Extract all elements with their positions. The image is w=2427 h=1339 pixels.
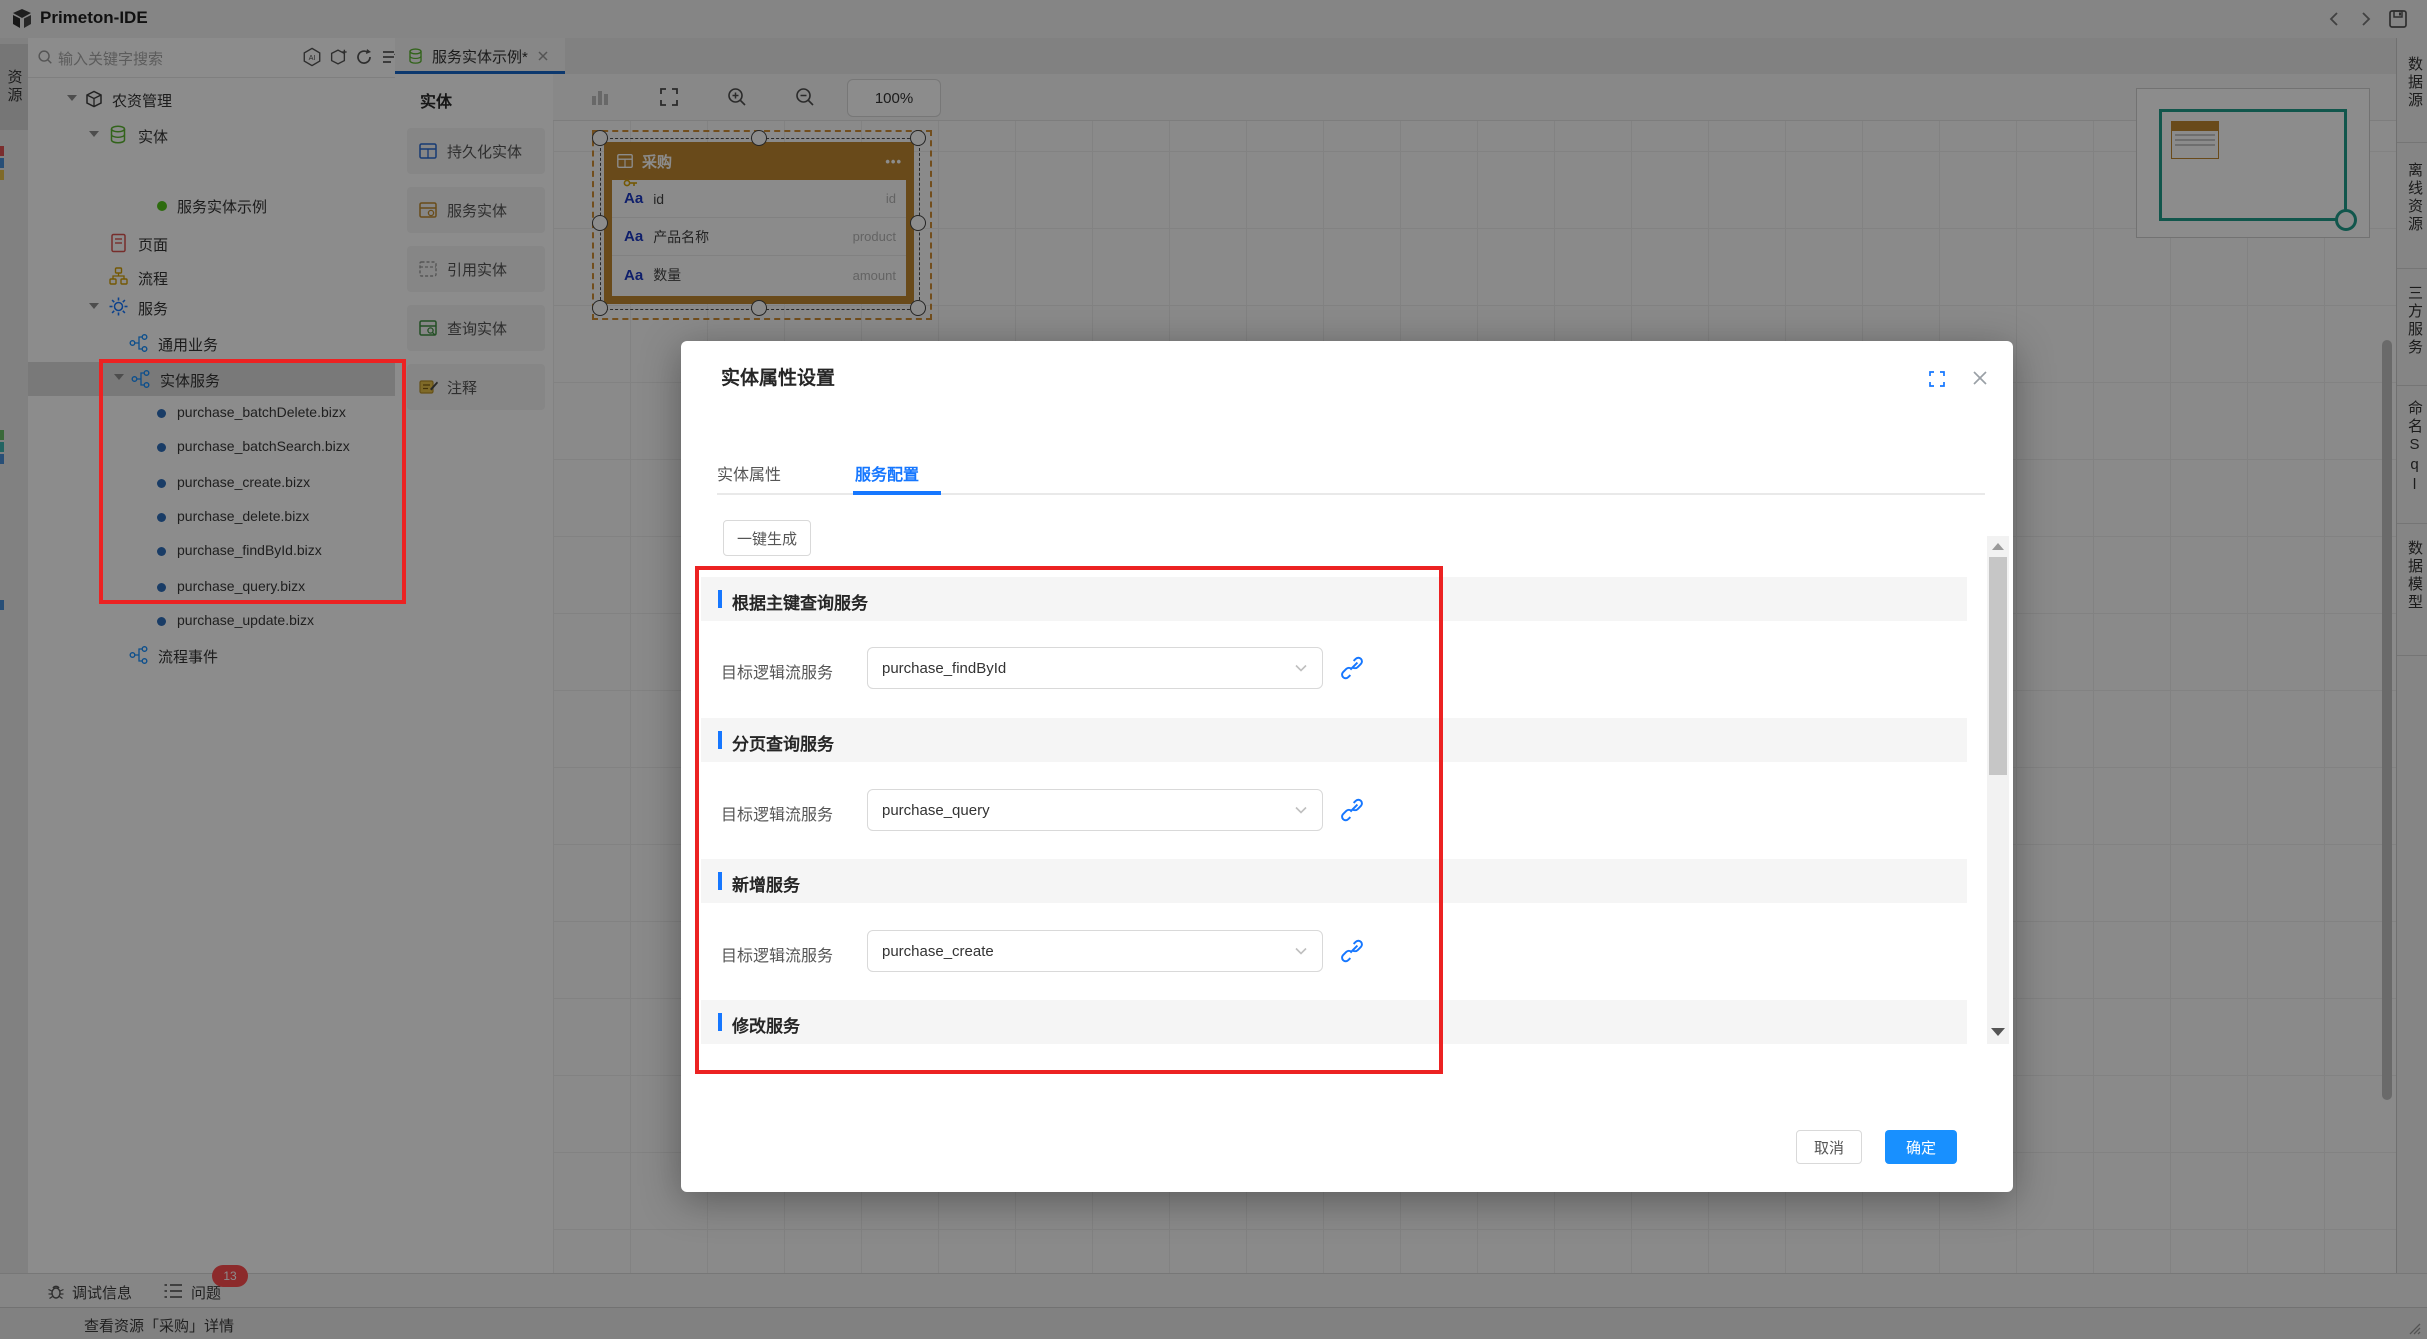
- annotation-box-file-list: [99, 359, 406, 604]
- cancel-button[interactable]: 取消: [1796, 1130, 1862, 1164]
- scroll-down-icon[interactable]: [1991, 1028, 2005, 1036]
- close-icon[interactable]: [1969, 367, 1991, 389]
- dialog-scrollbar[interactable]: [1987, 536, 2009, 1044]
- ok-button[interactable]: 确定: [1885, 1130, 1957, 1164]
- dialog-scrollbar-thumb[interactable]: [1989, 557, 2007, 775]
- tab-service-config[interactable]: 服务配置: [855, 461, 919, 485]
- tab-entity-properties[interactable]: 实体属性: [717, 461, 781, 485]
- scroll-up-icon[interactable]: [1992, 543, 2004, 550]
- active-tab-underline: [853, 491, 941, 495]
- application-window: Primeton-IDE 资源 输入关键字: [0, 0, 2427, 1339]
- maximize-icon[interactable]: [1927, 369, 1947, 389]
- annotation-box-service-config: [695, 566, 1443, 1074]
- one-click-generate-button[interactable]: 一键生成: [723, 520, 811, 556]
- dialog-title: 实体属性设置: [721, 363, 835, 390]
